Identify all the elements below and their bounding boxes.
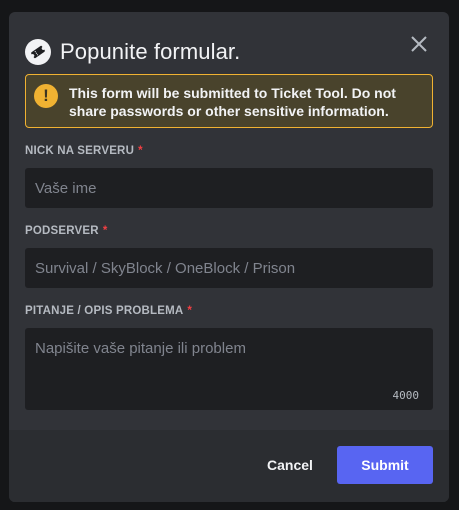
required-mark: * (187, 305, 193, 317)
submit-button[interactable]: Submit (337, 446, 433, 484)
warning-icon: ! (34, 84, 58, 108)
podserver-input[interactable] (25, 248, 433, 288)
warning-notice: ! This form will be submitted to Ticket … (25, 74, 433, 128)
modal-footer: Cancel Submit (9, 430, 449, 502)
nick-field-label-text: NICK NA SERVERU (25, 145, 135, 157)
ticket-icon (25, 39, 51, 65)
question-textarea[interactable] (25, 328, 433, 410)
cancel-button[interactable]: Cancel (256, 446, 324, 484)
modal-header: Popunite formular. (9, 12, 449, 74)
podserver-field-label-text: PODSERVER (25, 225, 99, 237)
nick-field-label: NICK NA SERVERU * (25, 145, 143, 157)
warning-text: This form will be submitted to Ticket To… (69, 84, 422, 120)
form-modal: Popunite formular. ! This form will be s… (9, 12, 449, 502)
close-button[interactable] (409, 34, 429, 54)
nick-input[interactable] (25, 168, 433, 208)
question-field-label-text: PITANJE / OPIS PROBLEMA (25, 305, 184, 317)
question-field-label: PITANJE / OPIS PROBLEMA * (25, 305, 192, 317)
modal-title: Popunite formular. (60, 39, 241, 64)
podserver-field-label: PODSERVER * (25, 225, 108, 237)
char-limit-counter: 4000 (392, 389, 420, 402)
required-mark: * (138, 145, 143, 157)
close-icon (411, 36, 427, 52)
warning-text-prefix: This form will be submitted to (69, 85, 272, 101)
warning-app-name: Ticket Tool (271, 85, 344, 101)
required-mark: * (102, 225, 108, 237)
